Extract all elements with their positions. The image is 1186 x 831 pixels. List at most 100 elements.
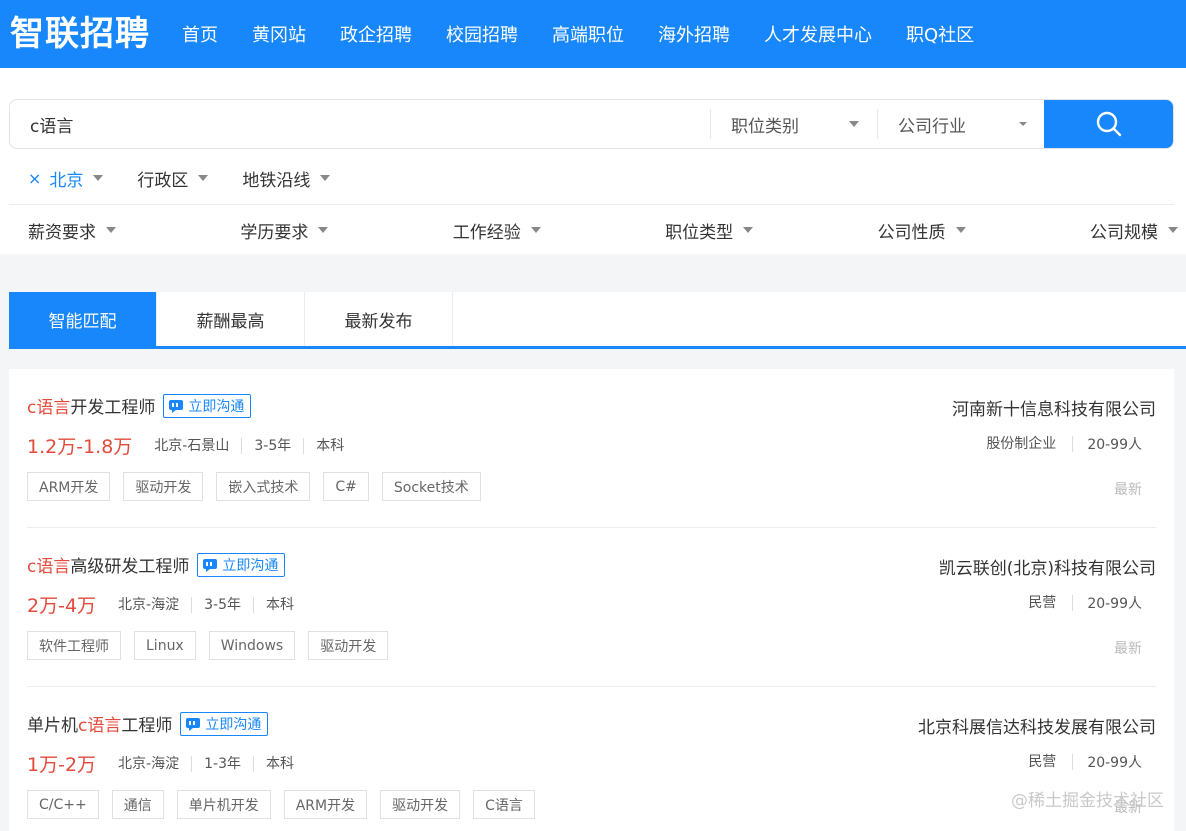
- company-type: 民营: [1028, 595, 1074, 611]
- chevron-down-icon: [955, 227, 966, 233]
- salary-filter[interactable]: 薪资要求: [28, 218, 116, 243]
- job-title[interactable]: c语言 高级研发工程师 立即沟通: [27, 552, 286, 577]
- location: 北京-海淀: [118, 596, 180, 613]
- company-type: 股份制企业: [986, 436, 1074, 452]
- location: 北京-石景山: [154, 437, 230, 454]
- chevron-down-icon: [93, 175, 104, 181]
- district-filter[interactable]: 行政区: [137, 166, 209, 191]
- chat-button[interactable]: 立即沟通: [180, 711, 269, 736]
- skill-tags: ARM开发 驱动开发 嵌入式技术 C# Socket技术: [27, 472, 494, 501]
- nav-government[interactable]: 政企招聘: [340, 21, 412, 47]
- city-label: 北京: [49, 170, 84, 191]
- nav-overseas[interactable]: 海外招聘: [658, 21, 730, 47]
- tab-highest-salary[interactable]: 薪酬最高: [157, 292, 305, 346]
- chevron-down-icon: [198, 175, 209, 181]
- subway-filter[interactable]: 地铁沿线: [242, 166, 331, 191]
- nav-talent-center[interactable]: 人才发展中心: [764, 21, 872, 47]
- chevron-down-icon: [1167, 227, 1178, 233]
- filter-row: 薪资要求 学历要求 工作经验 职位类型 公司性质 公司规模: [28, 218, 1178, 243]
- company-type: 民营: [1028, 754, 1074, 770]
- job-card[interactable]: c语言 开发工程师 立即沟通 1.2万-1.8万 北京-石景山 3-5年 本科 …: [27, 369, 1156, 528]
- job-meta: 2万-4万 北京-海淀 3-5年 本科: [27, 591, 306, 618]
- chevron-down-icon: [1019, 122, 1027, 126]
- education-filter[interactable]: 学历要求: [240, 218, 329, 243]
- title-suffix: 工程师: [121, 716, 173, 736]
- company-name[interactable]: 北京科展信达科技发展有限公司: [918, 713, 1156, 738]
- district-label: 行政区: [137, 170, 189, 191]
- watermark: @稀土掘金技术社区: [1011, 791, 1164, 811]
- position-category-select[interactable]: 职位类别: [710, 109, 877, 139]
- company-nature-filter[interactable]: 公司性质: [878, 218, 966, 243]
- salary: 1万-2万: [27, 754, 97, 776]
- sort-tabs: 智能匹配 薪酬最高 最新发布: [9, 292, 1186, 349]
- skill-tag: 嵌入式技术: [216, 472, 311, 501]
- filter-label: 学历要求: [240, 222, 309, 243]
- job-card[interactable]: c语言 高级研发工程师 立即沟通 2万-4万 北京-海淀 3-5年 本科 软件工…: [27, 528, 1156, 687]
- logo[interactable]: 智联招聘: [10, 0, 160, 68]
- search-bar: 职位类别 公司行业: [9, 99, 1174, 149]
- title-keyword: c语言: [27, 557, 71, 577]
- education: 本科: [252, 596, 306, 613]
- nav-home[interactable]: 首页: [182, 21, 218, 47]
- skill-tag: ARM开发: [27, 472, 111, 501]
- job-type-filter[interactable]: 职位类型: [665, 218, 754, 243]
- main-nav: 首页 黄冈站 政企招聘 校园招聘 高端职位 海外招聘 人才发展中心 职Q社区: [182, 21, 1008, 47]
- city-filter-row: × 北京 行政区 地铁沿线: [28, 166, 364, 191]
- skill-tags: 软件工程师 Linux Windows 驱动开发: [27, 631, 401, 660]
- chat-icon: [186, 717, 201, 731]
- subway-label: 地铁沿线: [242, 170, 311, 191]
- tab-latest[interactable]: 最新发布: [305, 292, 453, 346]
- industry-label: 公司行业: [898, 116, 966, 137]
- filter-label: 职位类型: [665, 222, 734, 243]
- skill-tag: 驱动开发: [380, 790, 461, 819]
- skill-tag: C/C++: [27, 790, 99, 819]
- chat-button[interactable]: 立即沟通: [197, 552, 286, 577]
- skill-tag: C语言: [473, 790, 535, 819]
- chat-label: 立即沟通: [188, 398, 245, 415]
- filter-label: 公司规模: [1089, 222, 1158, 243]
- nav-senior[interactable]: 高端职位: [552, 21, 624, 47]
- company-name[interactable]: 河南新十信息科技有限公司: [952, 395, 1156, 420]
- salary: 1.2万-1.8万: [27, 436, 133, 458]
- skill-tag: ARM开发: [283, 790, 368, 819]
- nav-campus[interactable]: 校园招聘: [446, 21, 518, 47]
- chat-button[interactable]: 立即沟通: [163, 393, 252, 418]
- close-icon[interactable]: ×: [28, 169, 41, 188]
- job-title[interactable]: c语言 开发工程师 立即沟通: [27, 393, 252, 418]
- job-card[interactable]: 单片机 c语言 工程师 立即沟通 1万-2万 北京-海淀 1-3年 本科 C/C…: [27, 687, 1156, 831]
- education: 本科: [303, 437, 356, 454]
- skill-tag: Linux: [134, 631, 196, 660]
- title-prefix: 单片机: [27, 716, 78, 736]
- experience: 3-5年: [241, 437, 303, 454]
- position-category-label: 职位类别: [731, 116, 799, 137]
- filter-label: 工作经验: [452, 222, 521, 243]
- tab-smart-match[interactable]: 智能匹配: [9, 292, 157, 346]
- experience-filter[interactable]: 工作经验: [452, 218, 541, 243]
- search-input[interactable]: [10, 100, 710, 148]
- industry-select[interactable]: 公司行业: [877, 109, 1045, 139]
- chat-label: 立即沟通: [205, 716, 262, 733]
- title-suffix: 开发工程师: [70, 398, 156, 418]
- experience: 1-3年: [191, 755, 253, 772]
- search-button[interactable]: [1044, 100, 1173, 148]
- nav-huanggang[interactable]: 黄冈站: [252, 21, 306, 47]
- search-panel: 职位类别 公司行业 × 北京 行政区 地铁沿线: [0, 68, 1186, 254]
- company-size-filter[interactable]: 公司规模: [1089, 218, 1178, 243]
- job-title[interactable]: 单片机 c语言 工程师 立即沟通: [27, 711, 269, 736]
- company-name[interactable]: 凯云联创(北京)科技有限公司: [939, 554, 1156, 579]
- top-navbar: 智联招聘 首页 黄冈站 政企招聘 校园招聘 高端职位 海外招聘 人才发展中心 职…: [0, 0, 1186, 68]
- chevron-down-icon: [320, 175, 331, 181]
- chevron-down-icon: [106, 227, 116, 233]
- skill-tag: 软件工程师: [27, 631, 121, 660]
- divider: [9, 204, 1174, 205]
- skill-tag: Socket技术: [381, 472, 481, 501]
- salary: 2万-4万: [27, 595, 97, 617]
- city-filter[interactable]: × 北京: [28, 166, 104, 191]
- skill-tag: C#: [323, 472, 369, 501]
- company-meta: 股份制企业 20-99人: [986, 434, 1142, 454]
- chat-icon: [203, 558, 218, 572]
- location: 北京-海淀: [118, 755, 180, 772]
- skill-tag: 驱动开发: [308, 631, 389, 660]
- company-size: 20-99人: [1087, 755, 1142, 771]
- nav-community[interactable]: 职Q社区: [906, 21, 974, 47]
